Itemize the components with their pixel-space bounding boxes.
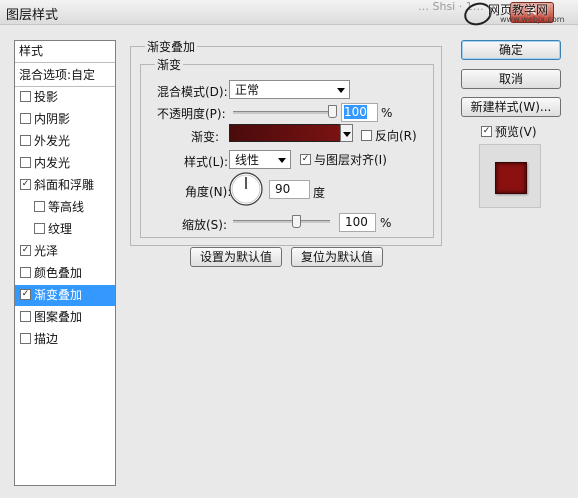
angle-value: 90 xyxy=(275,182,291,196)
style-item-label: 颜色叠加 xyxy=(34,266,83,280)
style-item-label: 纹理 xyxy=(48,222,73,236)
scale-value: 100 xyxy=(345,215,368,229)
style-item-label: 投影 xyxy=(34,90,59,104)
preview-checkbox-box[interactable] xyxy=(481,126,492,137)
style-item[interactable]: 内发光 xyxy=(15,153,115,174)
style-item-label: 内发光 xyxy=(34,156,71,170)
style-item[interactable]: 图案叠加 xyxy=(15,307,115,328)
make-default-button[interactable]: 设置为默认值 xyxy=(190,247,282,267)
style-item-checkbox[interactable] xyxy=(20,179,31,190)
style-item-label: 图案叠加 xyxy=(34,310,83,324)
style-item[interactable]: 颜色叠加 xyxy=(15,263,115,284)
style-value: 线性 xyxy=(235,153,260,167)
style-item-checkbox[interactable] xyxy=(20,157,31,168)
style-item[interactable]: 投影 xyxy=(15,87,115,108)
styles-list: 样式 混合选项:自定 投影内阴影外发光内发光斜面和浮雕等高线纹理光泽颜色叠加渐变… xyxy=(14,40,116,486)
blend-mode-select[interactable]: 正常 xyxy=(229,80,350,99)
reverse-checkbox[interactable]: 反向(R) xyxy=(361,127,417,144)
style-item[interactable]: 内阴影 xyxy=(15,109,115,130)
preview-label: 预览(V) xyxy=(495,125,537,139)
style-item-checkbox[interactable] xyxy=(34,223,45,234)
blend-mode-value: 正常 xyxy=(235,83,260,97)
chevron-down-icon xyxy=(337,88,345,93)
opacity-percent: % xyxy=(381,106,393,120)
angle-input[interactable]: 90 xyxy=(269,180,310,199)
style-item-checkbox[interactable] xyxy=(20,91,31,102)
style-item-label: 描边 xyxy=(34,332,59,346)
style-item-label: 内阴影 xyxy=(34,112,71,126)
blend-options-item[interactable]: 混合选项:自定 xyxy=(15,65,115,87)
cancel-button[interactable]: 取消 xyxy=(461,69,561,89)
reset-default-button[interactable]: 复位为默认值 xyxy=(291,247,383,267)
style-item-checkbox[interactable] xyxy=(20,113,31,124)
blend-mode-label: 混合模式(D): xyxy=(157,85,228,99)
style-item[interactable]: 斜面和浮雕 xyxy=(15,175,115,196)
style-item-checkbox[interactable] xyxy=(20,245,31,256)
style-item-label: 斜面和浮雕 xyxy=(34,178,95,192)
preview-checkbox[interactable]: 预览(V) xyxy=(481,123,537,140)
window-title: 图层样式 xyxy=(6,8,59,23)
style-item[interactable]: 渐变叠加 xyxy=(15,285,115,306)
gradient-subgroup-title: 渐变 xyxy=(155,56,184,73)
preview-swatch xyxy=(495,162,527,194)
ok-button[interactable]: 确定 xyxy=(461,40,561,60)
opacity-input[interactable]: 100 xyxy=(341,103,378,122)
style-item[interactable]: 描边 xyxy=(15,329,115,350)
brand-url: www.webjx.com xyxy=(500,15,565,24)
gradient-picker[interactable] xyxy=(229,124,341,142)
align-checkbox-box[interactable] xyxy=(300,154,311,165)
chevron-down-icon xyxy=(343,132,351,137)
style-item-checkbox[interactable] xyxy=(20,289,31,300)
style-item-label: 外发光 xyxy=(34,134,71,148)
chevron-down-icon xyxy=(278,158,286,163)
new-style-button[interactable]: 新建样式(W)... xyxy=(461,97,561,117)
style-item-checkbox[interactable] xyxy=(20,333,31,344)
preview-thumbnail xyxy=(479,144,541,208)
style-item[interactable]: 等高线 xyxy=(15,197,115,218)
align-label: 与图层对齐(I) xyxy=(314,153,387,167)
angle-unit: 度 xyxy=(313,186,326,200)
opacity-value: 100 xyxy=(344,105,367,119)
styles-header[interactable]: 样式 xyxy=(15,41,115,63)
style-item-label: 渐变叠加 xyxy=(34,288,83,302)
style-item-checkbox[interactable] xyxy=(20,135,31,146)
reverse-checkbox-box[interactable] xyxy=(361,130,372,141)
opacity-slider-track[interactable] xyxy=(233,111,335,114)
opacity-label: 不透明度(P): xyxy=(157,107,226,121)
gradient-overlay-title: 渐变叠加 xyxy=(145,38,198,55)
gradient-label: 渐变: xyxy=(191,130,220,144)
scale-slider-track[interactable] xyxy=(233,220,330,223)
angle-label: 角度(N): xyxy=(185,185,232,199)
style-select[interactable]: 线性 xyxy=(229,150,291,169)
scale-input[interactable]: 100 xyxy=(339,213,376,232)
style-item[interactable]: 外发光 xyxy=(15,131,115,152)
gradient-dropdown-button[interactable] xyxy=(340,124,353,142)
styles-header-label: 样式 xyxy=(19,44,44,58)
angle-dial-icon xyxy=(229,172,263,206)
style-item-label: 等高线 xyxy=(48,200,85,214)
scale-slider-thumb[interactable] xyxy=(292,215,301,228)
style-item[interactable]: 纹理 xyxy=(15,219,115,240)
align-with-layer-checkbox[interactable]: 与图层对齐(I) xyxy=(300,151,387,168)
scale-percent: % xyxy=(380,216,392,230)
scale-label: 缩放(S): xyxy=(182,218,228,232)
style-item-checkbox[interactable] xyxy=(34,201,45,212)
style-item-checkbox[interactable] xyxy=(20,267,31,278)
style-label: 样式(L): xyxy=(184,155,229,169)
angle-dial[interactable] xyxy=(229,172,263,206)
style-item-label: 光泽 xyxy=(34,244,59,258)
blend-options-label: 混合选项:自定 xyxy=(19,68,96,82)
style-item-checkbox[interactable] xyxy=(20,311,31,322)
opacity-slider-thumb[interactable] xyxy=(328,105,337,118)
style-item[interactable]: 光泽 xyxy=(15,241,115,262)
reverse-label: 反向(R) xyxy=(375,129,417,143)
